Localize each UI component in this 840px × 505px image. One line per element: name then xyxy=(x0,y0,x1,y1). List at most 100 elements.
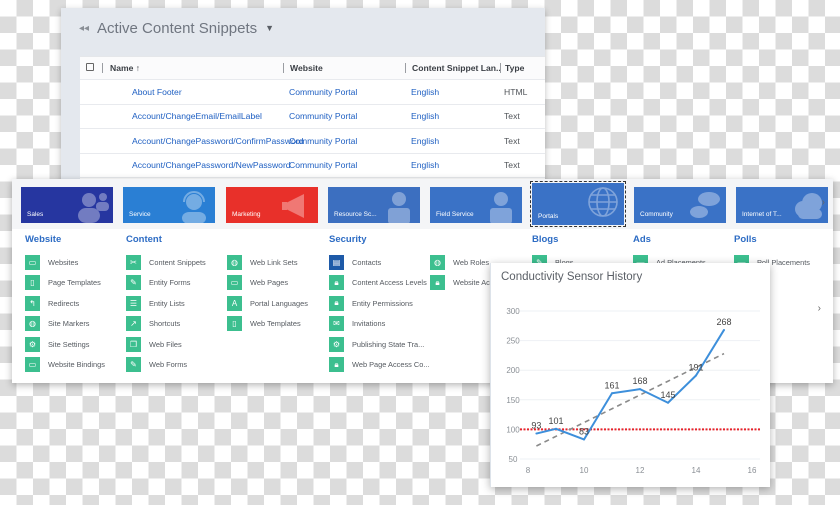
app-tile-sales[interactable]: Sales xyxy=(21,187,113,223)
pin-arrow-icon[interactable]: ◂◂ xyxy=(79,23,89,34)
app-tile-field-service[interactable]: Field Service xyxy=(430,187,522,223)
view-title[interactable]: Active Content Snippets xyxy=(97,20,257,37)
nav-item-content-snippets[interactable]: ✂ Content Snippets xyxy=(126,252,206,273)
list-icon: ☰ xyxy=(126,295,141,311)
y-tick-label: 150 xyxy=(506,396,520,405)
nav-item-websites[interactable]: ▭ Websites xyxy=(25,252,105,273)
website-icon: ▭ xyxy=(227,275,242,291)
nav-item-shortcuts[interactable]: ↗ Shortcuts xyxy=(126,314,206,335)
language-link[interactable]: English xyxy=(405,87,500,97)
app-tile-internet-of-t[interactable]: Internet of T... xyxy=(736,187,828,223)
data-label: 191 xyxy=(688,363,703,373)
data-point[interactable] xyxy=(667,401,669,404)
nav-item-web-files[interactable]: ❐ Web Files xyxy=(126,334,206,355)
nav-group-heading xyxy=(227,234,308,252)
tile-label: Sales xyxy=(27,211,44,218)
nav-item-website-bindings[interactable]: ▭ Website Bindings xyxy=(25,355,105,376)
website-link[interactable]: Community Portal xyxy=(283,111,405,121)
nav-item-entity-permissions[interactable]: 🔒︎ Entity Permissions xyxy=(329,293,430,314)
nav-group-heading: Content xyxy=(126,234,162,245)
app-tile-resource-sc[interactable]: Resource Sc... xyxy=(328,187,420,223)
grid-row[interactable]: Account/ChangePassword/NewPassword Commun… xyxy=(80,154,545,178)
language-link[interactable]: English xyxy=(405,160,500,170)
app-tiles-strip: Sales Service Marketing Resource Sc... Field… xyxy=(12,179,833,229)
nav-item-label: Content Snippets xyxy=(149,257,206,267)
gear-icon: ⚙ xyxy=(329,336,344,352)
app-tile-marketing[interactable]: Marketing xyxy=(226,187,318,223)
series-line xyxy=(536,329,725,441)
nav-item-label: Shortcuts xyxy=(149,319,181,329)
app-tile-portals[interactable]: Portals xyxy=(530,181,626,227)
data-point[interactable] xyxy=(535,432,538,435)
nav-item-label: Web Pages xyxy=(250,278,289,288)
snippet-name-link[interactable]: Account/ChangePassword/ConfirmPassword xyxy=(102,136,303,146)
nav-item-web-templates[interactable]: ▯ Web Templates xyxy=(227,314,308,335)
data-point[interactable] xyxy=(695,374,697,377)
website-link[interactable]: Community Portal xyxy=(283,87,405,97)
x-tick-label: 10 xyxy=(580,466,589,475)
chevron-right-icon[interactable]: › xyxy=(818,303,821,314)
nav-item-label: Site Settings xyxy=(48,339,90,349)
people-icon xyxy=(78,193,109,223)
globe-icon xyxy=(588,187,618,217)
conductivity-chart: 50 100 150 200 250 300 8 10 12 14 16 93 101 83 161 168 1… xyxy=(506,307,760,475)
data-point[interactable] xyxy=(555,427,557,430)
website-icon: ▭ xyxy=(25,254,40,270)
snippet-name-link[interactable]: Account/ChangeEmail/EmailLabel xyxy=(102,111,283,121)
grid-row[interactable]: About Footer Community Portal English HTML xyxy=(80,80,545,105)
nav-item-portal-languages[interactable]: A Portal Languages xyxy=(227,293,308,314)
nav-item-label: Web Page Access Co... xyxy=(352,360,430,370)
nav-item-label: Web Forms xyxy=(149,360,188,370)
language-link[interactable]: English xyxy=(405,111,500,121)
data-point[interactable] xyxy=(723,328,725,331)
app-tile-service[interactable]: Service xyxy=(123,187,215,223)
website-link[interactable]: Community Portal xyxy=(283,136,405,146)
nav-item-content-access-levels[interactable]: 🔒︎ Content Access Levels xyxy=(329,273,430,294)
web-role-icon: ◍ xyxy=(430,254,445,270)
chevron-right-icon[interactable]: › xyxy=(822,197,825,208)
nav-item-web-forms[interactable]: ✎ Web Forms xyxy=(126,355,206,376)
column-header-type[interactable]: Type xyxy=(500,63,545,73)
form-edit-icon: ✎ xyxy=(126,357,141,373)
redirect-icon: ↰ xyxy=(25,295,40,311)
nav-item-page-templates[interactable]: ▯ Page Templates xyxy=(25,273,105,294)
data-point[interactable] xyxy=(639,388,641,391)
nav-item-invitations[interactable]: ✉ Invitations xyxy=(329,314,430,335)
app-tile-community[interactable]: Community xyxy=(634,187,726,223)
column-header-language[interactable]: Content Snippet Lan... xyxy=(405,63,500,73)
nav-item-site-markers[interactable]: ◍ Site Markers xyxy=(25,314,105,335)
website-icon: ▭ xyxy=(25,357,40,373)
grid-row[interactable]: Account/ChangeEmail/EmailLabel Community … xyxy=(80,105,545,129)
data-label: 168 xyxy=(632,376,647,386)
headset-agent-icon xyxy=(182,191,206,223)
nav-item-web-page-access-co[interactable]: 🔒︎ Web Page Access Co... xyxy=(329,355,430,376)
nav-item-site-settings[interactable]: ⚙ Site Settings xyxy=(25,334,105,355)
snippet-name-link[interactable]: About Footer xyxy=(102,87,283,97)
snippet-name-link[interactable]: Account/ChangePassword/NewPassword xyxy=(102,160,291,170)
data-point[interactable] xyxy=(583,438,585,441)
grid-row[interactable]: Account/ChangePassword/ConfirmPassword Co… xyxy=(80,129,545,154)
files-icon: ❐ xyxy=(126,336,141,352)
chevron-down-icon[interactable]: ▼ xyxy=(265,23,274,33)
nav-item-entity-lists[interactable]: ☰ Entity Lists xyxy=(126,293,206,314)
nav-item-entity-forms[interactable]: ✎ Entity Forms xyxy=(126,273,206,294)
language-link[interactable]: English xyxy=(405,136,500,146)
nav-item-label: Site Markers xyxy=(48,319,90,329)
tile-label: Marketing xyxy=(232,211,261,218)
data-label: 145 xyxy=(660,390,675,400)
shortcut-icon: ↗ xyxy=(126,316,141,332)
nav-item-label: Websites xyxy=(48,257,79,267)
lock-icon: 🔒︎ xyxy=(329,357,344,373)
column-header-website[interactable]: Website xyxy=(283,63,405,73)
chat-bubbles-icon xyxy=(690,192,720,218)
nav-item-web-pages[interactable]: ▭ Web Pages xyxy=(227,273,308,294)
data-point[interactable] xyxy=(611,392,613,395)
nav-item-web-link-sets[interactable]: ◍ Web Link Sets xyxy=(227,252,308,273)
select-all-checkbox[interactable] xyxy=(80,63,102,73)
nav-item-contacts[interactable]: ▤ Contacts xyxy=(329,252,430,273)
website-link[interactable]: Community Portal xyxy=(283,160,405,170)
nav-item-publishing-state-tra[interactable]: ⚙ Publishing State Tra... xyxy=(329,334,430,355)
type-cell: Text xyxy=(504,135,520,146)
column-header-name[interactable]: Name ↑ xyxy=(102,63,283,73)
nav-item-redirects[interactable]: ↰ Redirects xyxy=(25,293,105,314)
